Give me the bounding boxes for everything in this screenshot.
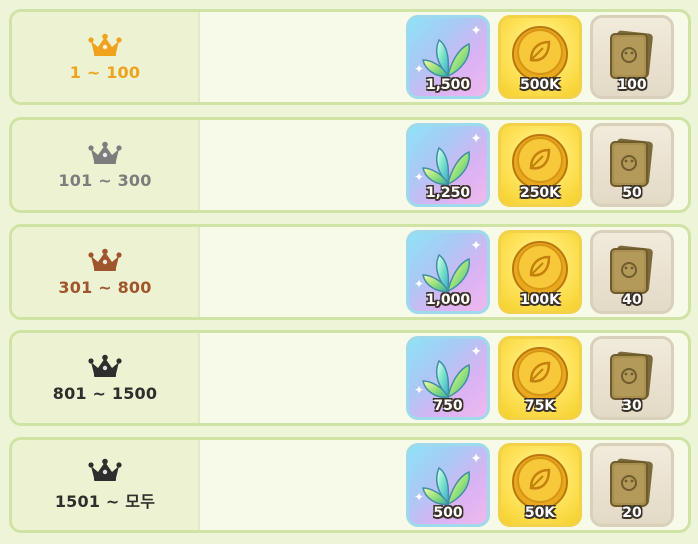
row-spacer [200, 12, 406, 102]
rank-cell: 101 ~ 300 [12, 120, 200, 210]
reward-amount: 1,500 [425, 77, 471, 93]
reward-coin[interactable]: 500K [498, 15, 582, 99]
sparkle-icon: ✦ [470, 23, 482, 39]
reward-coin[interactable]: 75K [498, 336, 582, 420]
gold-crown-icon [88, 33, 122, 57]
bronze-crown-icon [88, 248, 122, 272]
reward-amount: 750 [433, 398, 463, 414]
reward-amount: 40 [622, 292, 642, 308]
reward-amount: 500 [433, 505, 463, 521]
reward-box[interactable]: 50 [590, 123, 674, 207]
reward-tier-row-1: 1 ~ 100 ✦ ✦ 1,500 500K 100 [9, 9, 691, 105]
reward-amount: 30 [622, 398, 642, 414]
row-spacer [200, 440, 406, 530]
reward-items: ✦ ✦ 1,000 100K 40 [406, 227, 688, 317]
rank-range-label: 1 ~ 100 [69, 62, 141, 82]
reward-box[interactable]: 40 [590, 230, 674, 314]
row-spacer [200, 333, 406, 423]
reward-items: ✦ ✦ 1,500 500K 100 [406, 12, 688, 102]
rank-cell: 801 ~ 1500 [12, 333, 200, 423]
rank-reward-list: 1 ~ 100 ✦ ✦ 1,500 500K 100 101 ~ 300 ✦ ✦… [0, 0, 698, 544]
silver-crown-icon [88, 141, 122, 165]
reward-amount: 100K [519, 292, 561, 308]
sparkle-icon: ✦ [470, 451, 482, 467]
reward-amount: 1,250 [425, 185, 471, 201]
reward-coin[interactable]: 50K [498, 443, 582, 527]
rank-range-label: 101 ~ 300 [58, 170, 152, 190]
reward-coin[interactable]: 100K [498, 230, 582, 314]
sparkle-icon: ✦ [470, 344, 482, 360]
sparkle-icon: ✦ [414, 490, 425, 504]
reward-amount: 1,000 [425, 292, 471, 308]
sparkle-icon: ✦ [414, 170, 425, 184]
rank-cell: 1 ~ 100 [12, 12, 200, 102]
reward-items: ✦ ✦ 1,250 250K 50 [406, 120, 688, 210]
reward-amount: 500K [519, 77, 561, 93]
reward-amount: 250K [519, 185, 561, 201]
reward-crystal[interactable]: ✦ ✦ 1,000 [406, 230, 490, 314]
rank-cell: 301 ~ 800 [12, 227, 200, 317]
reward-box[interactable]: 30 [590, 336, 674, 420]
reward-box[interactable]: 20 [590, 443, 674, 527]
reward-items: ✦ ✦ 500 50K 20 [406, 440, 688, 530]
rank-cell: 1501 ~ 모두 [12, 440, 200, 530]
reward-tier-row-2: 101 ~ 300 ✦ ✦ 1,250 250K 50 [9, 117, 691, 213]
reward-crystal[interactable]: ✦ ✦ 1,500 [406, 15, 490, 99]
reward-amount: 75K [524, 398, 556, 414]
dark-crown-icon [88, 458, 122, 482]
reward-tier-row-4: 801 ~ 1500 ✦ ✦ 750 75K 30 [9, 330, 691, 426]
reward-amount: 20 [622, 505, 642, 521]
reward-tier-row-5: 1501 ~ 모두 ✦ ✦ 500 50K 20 [9, 437, 691, 533]
rank-range-label: 1501 ~ 모두 [54, 492, 156, 511]
reward-tier-row-3: 301 ~ 800 ✦ ✦ 1,000 100K 40 [9, 224, 691, 320]
reward-items: ✦ ✦ 750 75K 30 [406, 333, 688, 423]
sparkle-icon: ✦ [470, 238, 482, 254]
rank-range-label: 801 ~ 1500 [52, 383, 158, 403]
sparkle-icon: ✦ [414, 277, 425, 291]
rank-range-label: 301 ~ 800 [58, 277, 152, 297]
sparkle-icon: ✦ [470, 131, 482, 147]
row-spacer [200, 227, 406, 317]
reward-box[interactable]: 100 [590, 15, 674, 99]
sparkle-icon: ✦ [414, 383, 425, 397]
reward-crystal[interactable]: ✦ ✦ 500 [406, 443, 490, 527]
reward-coin[interactable]: 250K [498, 123, 582, 207]
reward-amount: 100 [617, 77, 647, 93]
sparkle-icon: ✦ [414, 62, 425, 76]
reward-amount: 50K [524, 505, 556, 521]
reward-amount: 50 [622, 185, 642, 201]
reward-crystal[interactable]: ✦ ✦ 750 [406, 336, 490, 420]
dark-crown-icon [88, 354, 122, 378]
reward-crystal[interactable]: ✦ ✦ 1,250 [406, 123, 490, 207]
row-spacer [200, 120, 406, 210]
